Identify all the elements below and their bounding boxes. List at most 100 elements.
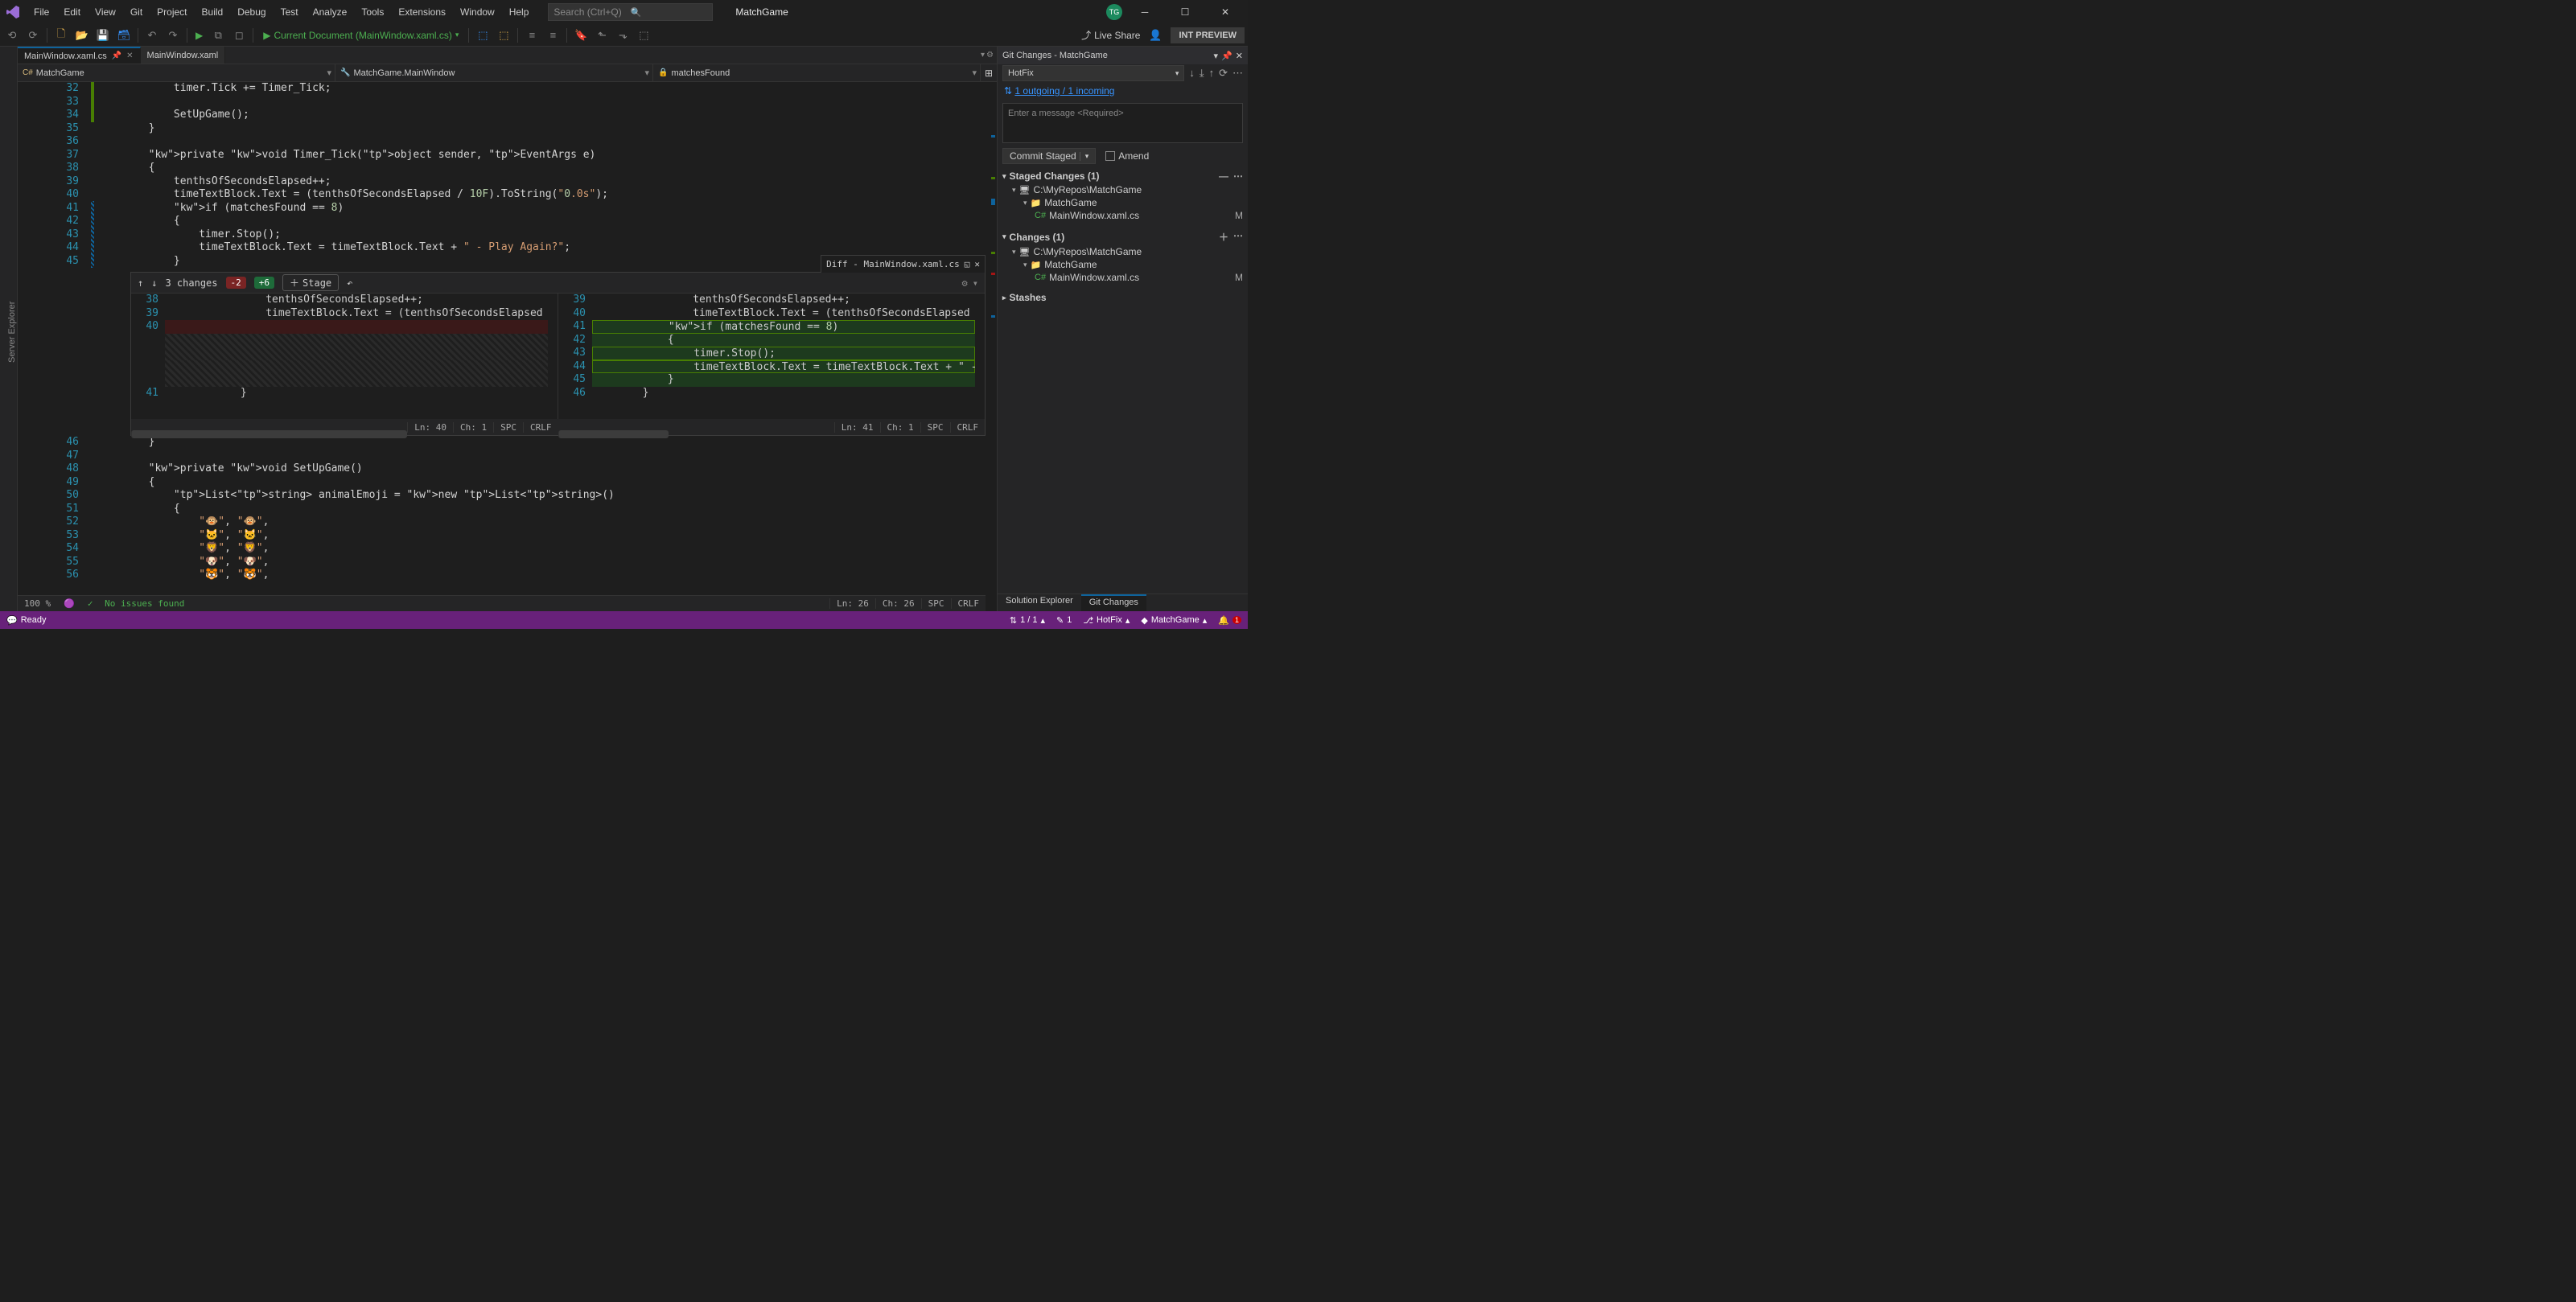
tool-icon-2[interactable]: ⬚ — [495, 27, 512, 44]
menu-debug[interactable]: Debug — [231, 3, 272, 21]
menu-edit[interactable]: Edit — [57, 3, 87, 21]
live-share-button[interactable]: ⤴ Live Share — [1081, 28, 1140, 42]
diff-popout-icon[interactable]: ◱ — [965, 259, 970, 269]
diff-left-scroll[interactable] — [548, 294, 558, 419]
dropdown-icon[interactable]: ▾ — [973, 277, 978, 289]
pull-icon[interactable]: ⤓ — [1200, 67, 1204, 80]
bookmark-clear-icon[interactable]: ⬚ — [635, 27, 652, 44]
tab-mainwindow-xaml[interactable]: MainWindow.xaml — [141, 47, 226, 64]
branch-selector[interactable]: HotFix ▾ — [1002, 65, 1184, 81]
notifications[interactable]: 🔔1 — [1218, 615, 1241, 626]
diff-right-scroll[interactable] — [975, 294, 985, 419]
menu-build[interactable]: Build — [195, 3, 230, 21]
user-avatar[interactable]: TG — [1106, 4, 1122, 20]
nav-project[interactable]: C# MatchGame ▾ — [18, 64, 335, 81]
changed-file[interactable]: C#MainWindow.xaml.cs M — [998, 271, 1248, 284]
close-panel-icon[interactable]: ✕ — [1236, 51, 1243, 61]
comment-icon[interactable]: ≡ — [523, 27, 541, 44]
branch-status[interactable]: ⎇ HotFix ▴ — [1083, 615, 1130, 626]
menu-tools[interactable]: Tools — [355, 3, 390, 21]
commit-message-input[interactable]: Enter a message <Required> — [1002, 103, 1243, 143]
amend-checkbox[interactable]: Amend — [1105, 150, 1149, 162]
redo-icon[interactable]: ↷ — [164, 27, 182, 44]
project-node[interactable]: ▾📁MatchGame — [998, 196, 1248, 209]
push-icon[interactable]: ↑ — [1209, 67, 1215, 80]
sync-status[interactable]: ⇅ 1 / 1 ▴ — [1010, 615, 1045, 626]
more-icon[interactable]: ⋯ — [1233, 230, 1243, 244]
open-icon[interactable]: 📂 — [73, 27, 91, 44]
saveall-icon[interactable]: 🗃 — [115, 27, 133, 44]
outgoing-incoming-link[interactable]: ⇅ 1 outgoing / 1 incoming — [998, 82, 1248, 100]
project-node-2[interactable]: ▾📁MatchGame — [998, 258, 1248, 271]
changes-header[interactable]: ▾ Changes (1) ＋⋯ — [998, 228, 1248, 245]
undo-icon[interactable]: ↶ — [143, 27, 161, 44]
code-editor[interactable]: 3233343536373839404142434445 timer.Tick … — [18, 82, 997, 611]
staged-changes-header[interactable]: ▾ Staged Changes (1) —⋯ — [998, 169, 1248, 183]
revert-icon[interactable]: ↶ — [347, 277, 352, 289]
git-changes-tab[interactable]: Git Changes — [1081, 594, 1146, 611]
more-icon[interactable]: ⋯ — [1233, 170, 1243, 182]
bookmark-icon[interactable]: 🔖 — [572, 27, 590, 44]
menu-window[interactable]: Window — [454, 3, 501, 21]
tabs-gear-icon[interactable]: ⚙ — [986, 51, 994, 60]
bookmark-prev-icon[interactable]: ⬑ — [593, 27, 611, 44]
repo-node[interactable]: ▾🖥C:\MyRepos\MatchGame — [998, 183, 1248, 196]
nav-member[interactable]: 🔒 matchesFound ▾ — [653, 64, 981, 81]
nav-class[interactable]: 🔧 MatchGame.MainWindow ▾ — [335, 64, 653, 81]
menu-test[interactable]: Test — [274, 3, 305, 21]
stage-button[interactable]: ＋ Stage — [282, 274, 339, 291]
new-icon[interactable]: 🗋 — [52, 27, 70, 44]
menu-project[interactable]: Project — [150, 3, 193, 21]
gear-icon[interactable]: ⚙ — [962, 277, 968, 289]
maximize-button[interactable]: ☐ — [1167, 0, 1203, 24]
diff-close-icon[interactable]: ✕ — [974, 259, 980, 269]
stashes-header[interactable]: ▸ Stashes — [998, 290, 1248, 305]
uncomment-icon[interactable]: ≡ — [544, 27, 562, 44]
diff-down-icon[interactable]: ↓ — [151, 277, 157, 289]
server-explorer-tab[interactable]: Server Explorer — [7, 53, 17, 611]
pin-icon[interactable]: 📌 — [1221, 51, 1232, 61]
diff-tab[interactable]: Diff - MainWindow.xaml.cs ◱ ✕ — [821, 255, 986, 273]
pin-icon[interactable]: 📌 — [112, 51, 121, 60]
minimize-button[interactable]: ─ — [1127, 0, 1162, 24]
unstage-icon[interactable]: — — [1219, 170, 1228, 182]
repo-node-2[interactable]: ▾🖥C:\MyRepos\MatchGame — [998, 245, 1248, 258]
tabs-dropdown-icon[interactable]: ▾ — [981, 51, 985, 60]
vertical-scrollbar[interactable] — [986, 82, 997, 611]
search-box[interactable]: Search (Ctrl+Q) 🔍 — [548, 3, 713, 21]
code-editor-bottom[interactable]: 4647484950515253545556 } "kw">private "k… — [18, 436, 986, 595]
fwd-icon[interactable]: ⟳ — [24, 27, 42, 44]
diff-up-icon[interactable]: ↑ — [138, 277, 143, 289]
close-tab-icon[interactable]: ✕ — [126, 51, 133, 60]
tool-icon-1[interactable]: ⬚ — [474, 27, 492, 44]
tab-mainwindow-cs[interactable]: MainWindow.xaml.cs 📌 ✕ — [18, 47, 141, 64]
repo-status[interactable]: ◆ MatchGame ▴ — [1141, 615, 1207, 626]
issues-indicator[interactable]: ✓ No issues found — [81, 598, 198, 609]
fetch-icon[interactable]: ↓ — [1189, 67, 1195, 80]
start-debug-button[interactable]: ▶ — [192, 30, 206, 41]
more-icon[interactable]: ⋯ — [1232, 67, 1243, 80]
feedback-icon[interactable]: 👤 — [1146, 27, 1164, 44]
bookmark-next-icon[interactable]: ⬎ — [614, 27, 632, 44]
edits-status[interactable]: ✎ 1 — [1056, 615, 1072, 626]
back-icon[interactable]: ⟲ — [3, 27, 21, 44]
diff-left-hscroll[interactable] — [131, 430, 407, 438]
solution-explorer-tab[interactable]: Solution Explorer — [998, 594, 1081, 611]
error-indicator[interactable]: 🟣 — [57, 598, 81, 609]
debug-target-icon[interactable]: ⧉ — [209, 27, 227, 44]
menu-view[interactable]: View — [88, 3, 122, 21]
dropdown-icon[interactable]: ▾ — [1214, 51, 1219, 61]
menu-file[interactable]: File — [27, 3, 56, 21]
staged-file[interactable]: C#MainWindow.xaml.cs M — [998, 209, 1248, 222]
run-current-document[interactable]: ▶ Current Document (MainWindow.xaml.cs) … — [258, 30, 463, 41]
menu-help[interactable]: Help — [503, 3, 536, 21]
menu-analyze[interactable]: Analyze — [307, 3, 354, 21]
commit-staged-button[interactable]: Commit Staged ▾ — [1002, 148, 1096, 164]
stage-all-icon[interactable]: ＋ — [1219, 230, 1228, 244]
split-icon[interactable]: ⊞ — [981, 64, 997, 81]
close-button[interactable]: ✕ — [1208, 0, 1243, 24]
zoom-level[interactable]: 100 % — [18, 598, 57, 609]
menu-extensions[interactable]: Extensions — [392, 3, 452, 21]
diff-right-hscroll[interactable] — [558, 430, 669, 438]
sync-icon[interactable]: ⟳ — [1219, 67, 1228, 80]
